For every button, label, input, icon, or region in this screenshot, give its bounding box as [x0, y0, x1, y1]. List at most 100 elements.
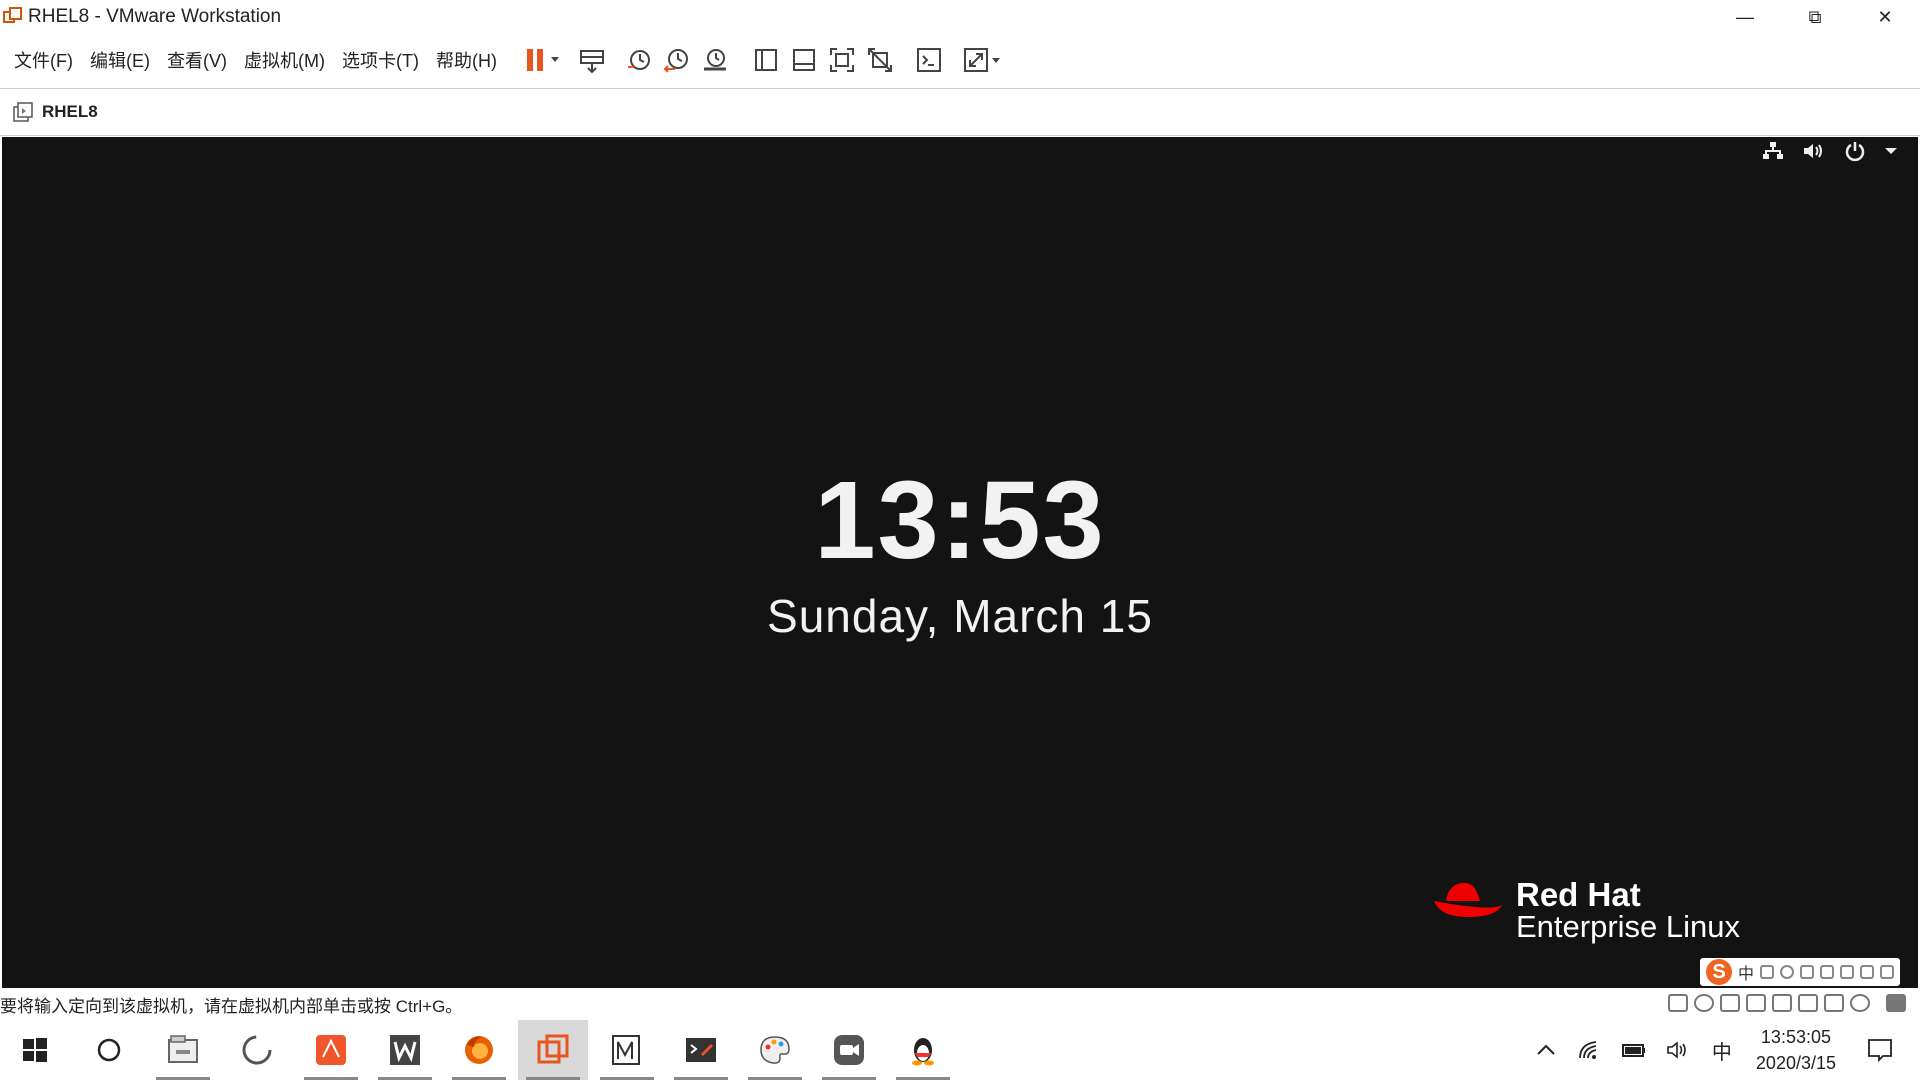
show-library-icon[interactable]: [748, 42, 784, 78]
cd-dvd-icon[interactable]: [1694, 994, 1714, 1012]
volume-button[interactable]: [1660, 1020, 1696, 1080]
word-icon: [390, 1035, 420, 1065]
vm-tab-strip: RHEL8: [0, 88, 1920, 136]
printer-icon[interactable]: [1798, 994, 1818, 1012]
sogou-ime-toolbar[interactable]: S 中: [1699, 958, 1900, 986]
lock-screen-time: 13:53: [814, 459, 1106, 582]
network-wired-icon: [1763, 142, 1783, 159]
full-screen-icon[interactable]: [824, 42, 860, 78]
firefox-icon: [465, 1036, 493, 1064]
wifi-button[interactable]: [1572, 1020, 1608, 1080]
vmware-icon: [537, 1034, 569, 1064]
punctuation-icon[interactable]: [1760, 965, 1774, 979]
show-thumbnails-icon[interactable]: [786, 42, 822, 78]
restore-icon: ⧉: [1808, 6, 1822, 27]
skin-icon[interactable]: [1840, 965, 1854, 979]
hard-disk-icon[interactable]: [1668, 994, 1688, 1012]
toolbox-icon[interactable]: [1880, 965, 1894, 979]
redhat-logo: Red Hat Enterprise Linux: [1432, 876, 1741, 944]
action-center-button[interactable]: [1862, 1020, 1898, 1080]
taskbar-time: 13:53:05: [1760, 1027, 1831, 1047]
menu-bar: 文件(F) 编辑(E) 查看(V) 虚拟机(M) 选项卡(T) 帮助(H): [0, 36, 1920, 84]
usb-icon[interactable]: [1746, 994, 1766, 1012]
device-status-icons: [1668, 994, 1906, 1012]
taskbar-terminal[interactable]: [666, 1020, 736, 1080]
pause-icon[interactable]: [521, 42, 565, 78]
close-button[interactable]: ✕: [1850, 0, 1920, 34]
paint-palette-icon: [760, 1036, 790, 1064]
menu-tabs[interactable]: 选项卡(T): [342, 47, 419, 73]
toolbar: [520, 42, 1007, 78]
input-method-indicator[interactable]: 中: [1704, 1020, 1740, 1080]
taskbar-qq[interactable]: [888, 1020, 958, 1080]
menu-edit[interactable]: 编辑(E): [90, 47, 150, 73]
menu-view[interactable]: 查看(V): [167, 47, 227, 73]
tab-label: RHEL8: [42, 102, 98, 121]
cortana-icon: [97, 1038, 121, 1062]
taskbar-editor[interactable]: [592, 1020, 662, 1080]
loading-circle-icon: [242, 1035, 272, 1065]
status-bar: 要将输入定向到该虚拟机，请在虚拟机内部单击或按 Ctrl+G。: [0, 988, 1920, 1020]
snapshot-manager-icon[interactable]: [697, 42, 733, 78]
taskbar-file-explorer[interactable]: [148, 1020, 218, 1080]
microphone-icon[interactable]: [1800, 965, 1814, 979]
window-controls: — ⧉ ✕: [1710, 0, 1920, 34]
file-cabinet-icon: [168, 1035, 198, 1063]
power-icon: [1845, 142, 1865, 162]
taskbar-clock[interactable]: 13:53:05 2020/3/15: [1756, 1024, 1836, 1076]
snapshot-icon[interactable]: [621, 42, 657, 78]
chevron-down-icon: [1885, 148, 1897, 154]
display-icon[interactable]: [1824, 994, 1844, 1012]
chevron-up-icon: [1537, 1044, 1555, 1055]
cortana-search-button[interactable]: [74, 1020, 144, 1080]
battery-button[interactable]: [1616, 1020, 1652, 1080]
minimize-button[interactable]: —: [1710, 0, 1780, 34]
taskbar-pdf-reader[interactable]: [296, 1020, 366, 1080]
terminal-icon: [686, 1038, 716, 1062]
keyboard-icon[interactable]: [1820, 965, 1834, 979]
gnome-top-bar-status[interactable]: [1762, 137, 1898, 165]
menu-help[interactable]: 帮助(H): [436, 47, 497, 73]
taskbar-word[interactable]: [370, 1020, 440, 1080]
system-tray: 中 13:53:05 2020/3/15: [1524, 1020, 1920, 1080]
battery-icon: [1621, 1044, 1645, 1057]
taskbar-date: 2020/3/15: [1755, 1053, 1836, 1073]
qq-penguin-icon: [912, 1038, 934, 1066]
vmware-app-icon: [2, 6, 24, 28]
settings-icon[interactable]: [1850, 994, 1870, 1012]
restore-button[interactable]: ⧉: [1780, 0, 1850, 34]
network-adapter-icon[interactable]: [1720, 994, 1740, 1012]
stretch-guest-icon[interactable]: [960, 42, 1006, 78]
unity-icon[interactable]: [862, 42, 898, 78]
taskbar-vmware-workstation[interactable]: [518, 1020, 588, 1080]
sogou-logo-icon: S: [1705, 959, 1732, 985]
ime-mode-indicator[interactable]: 中: [1738, 960, 1754, 984]
taskbar-zoom[interactable]: [814, 1020, 884, 1080]
console-icon[interactable]: [911, 42, 947, 78]
menu-vm[interactable]: 虚拟机(M): [244, 47, 325, 73]
vm-display[interactable]: 13:53 Sunday, March 15 Red Hat Enterpris…: [2, 137, 1918, 988]
minimize-icon: —: [1736, 6, 1754, 27]
zoom-icon: [834, 1035, 864, 1065]
tab-rhel8[interactable]: RHEL8: [12, 101, 98, 123]
title-bar: RHEL8 - VMware Workstation — ⧉ ✕: [0, 0, 1920, 34]
taskbar-loading-app[interactable]: [222, 1020, 292, 1080]
revert-snapshot-icon[interactable]: [659, 42, 695, 78]
message-log-icon[interactable]: [1886, 994, 1906, 1012]
send-ctrl-alt-del-icon[interactable]: [574, 42, 610, 78]
redhat-brand-text: Red Hat: [1516, 876, 1641, 913]
redhat-hat-icon: [1434, 882, 1502, 917]
start-button[interactable]: [0, 1020, 70, 1080]
show-hidden-icons-button[interactable]: [1528, 1020, 1564, 1080]
redhat-product-text: Enterprise Linux: [1516, 909, 1741, 944]
taskbar-paint[interactable]: [740, 1020, 810, 1080]
wifi-icon: [1579, 1041, 1597, 1059]
emoji-icon[interactable]: [1780, 965, 1794, 979]
shirt-icon[interactable]: [1860, 965, 1874, 979]
sound-card-icon[interactable]: [1772, 994, 1792, 1012]
menu-file[interactable]: 文件(F): [14, 47, 73, 73]
taskbar-firefox[interactable]: [444, 1020, 514, 1080]
window-title: RHEL8 - VMware Workstation: [28, 6, 282, 27]
editor-icon: [612, 1035, 640, 1065]
windows-taskbar: 中 13:53:05 2020/3/15: [0, 1020, 1920, 1080]
